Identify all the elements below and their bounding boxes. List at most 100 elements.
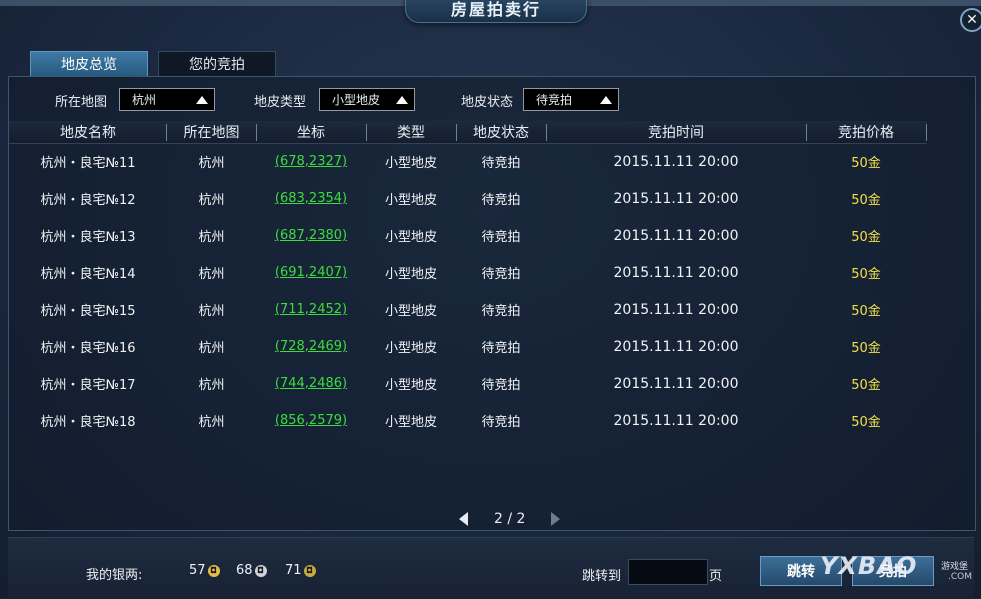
filter-bar: 所在地图 杭州 地皮类型 小型地皮 地皮状态 待竞拍 (9, 77, 975, 121)
jump-to-label: 跳转到 (582, 569, 622, 584)
dropdown-arrow-icon (396, 95, 408, 104)
type-filter-value: 小型地皮 (332, 93, 381, 107)
price-cell: 50金 (851, 193, 881, 208)
table-row[interactable]: 杭州・良宅№17 杭州 (744,2486) 小型地皮 待竞拍 2015.11.… (9, 365, 927, 402)
table-row[interactable]: 杭州・良宅№13 杭州 (687,2380) 小型地皮 待竞拍 2015.11.… (9, 217, 927, 254)
watermark-logo: YXBAO (820, 552, 918, 580)
map-filter-select[interactable]: 杭州 (119, 88, 215, 111)
tab-bar: 地皮总览 您的竞拍 (30, 51, 276, 77)
table-row[interactable]: 杭州・良宅№16 杭州 (728,2469) 小型地皮 待竞拍 2015.11.… (9, 328, 927, 365)
header-land-name[interactable]: 地皮名称 (9, 121, 167, 143)
dropdown-arrow-icon (196, 95, 208, 104)
coord-cell: (711,2452) (256, 291, 366, 328)
status-cell: 待竞拍 (481, 267, 521, 282)
price-cell: 50金 (851, 341, 881, 356)
coord-cell: (856,2579) (256, 402, 366, 439)
pagination: 2 / 2 (459, 509, 561, 529)
type-cell: 小型地皮 (384, 415, 437, 430)
table-row[interactable]: 杭州・良宅№14 杭州 (691,2407) 小型地皮 待竞拍 2015.11.… (9, 254, 927, 291)
header-coord[interactable]: 坐标 (256, 121, 366, 143)
coord-cell: (683,2354) (256, 180, 366, 217)
type-cell: 小型地皮 (384, 193, 437, 208)
coord-link[interactable]: (683,2354) (275, 191, 347, 206)
type-cell: 小型地皮 (384, 230, 437, 245)
coord-link[interactable]: (744,2486) (275, 376, 347, 391)
status-filter-label: 地皮状态 (461, 95, 514, 110)
map-cell: 杭州 (198, 378, 225, 393)
header-type[interactable]: 类型 (366, 121, 456, 143)
table-row[interactable]: 杭州・良宅№12 杭州 (683,2354) 小型地皮 待竞拍 2015.11.… (9, 180, 927, 217)
header-divider (926, 124, 927, 141)
price-cell: 50金 (851, 230, 881, 245)
coord-cell: (678,2327) (256, 143, 366, 180)
coord-cell: (687,2380) (256, 217, 366, 254)
land-name-cell: 杭州・良宅№11 (40, 156, 136, 171)
map-cell: 杭州 (198, 304, 225, 319)
land-list-panel: 所在地图 杭州 地皮类型 小型地皮 地皮状态 待竞拍 地皮名称 所在地图 坐标 (8, 76, 976, 531)
price-cell: 50金 (851, 378, 881, 393)
status-cell: 待竞拍 (481, 341, 521, 356)
header-status[interactable]: 地皮状态 (456, 121, 546, 143)
gold-amount: 57 ◘ (189, 563, 220, 578)
page-unit-label: 页 (709, 569, 723, 584)
land-name-cell: 杭州・良宅№18 (40, 415, 136, 430)
silver-coin-icon: ◘ (254, 564, 267, 577)
status-cell: 待竞拍 (481, 230, 521, 245)
coord-cell: (691,2407) (256, 254, 366, 291)
copper-value: 71 (285, 563, 302, 578)
type-cell: 小型地皮 (384, 304, 437, 319)
window-top-frame-left (0, 0, 405, 6)
time-cell: 2015.11.11 20:00 (613, 264, 739, 281)
coord-cell: (744,2486) (256, 365, 366, 402)
silver-amount: 68 ◘ (236, 563, 267, 578)
coord-link[interactable]: (691,2407) (275, 265, 347, 280)
status-filter-select[interactable]: 待竞拍 (523, 88, 619, 111)
window-top-frame-right (585, 0, 981, 6)
time-cell: 2015.11.11 20:00 (613, 153, 739, 170)
time-cell: 2015.11.11 20:00 (613, 301, 739, 318)
coord-link[interactable]: (711,2452) (275, 302, 347, 317)
tab-land-overview[interactable]: 地皮总览 (30, 51, 148, 77)
auction-window: 房屋拍卖行 ✕ 地皮总览 您的竞拍 所在地图 杭州 地皮类型 小型地皮 地皮状态… (0, 0, 981, 599)
prev-page-icon[interactable] (459, 512, 468, 526)
header-time[interactable]: 竞拍时间 (546, 121, 806, 143)
type-cell: 小型地皮 (384, 341, 437, 356)
price-cell: 50金 (851, 415, 881, 430)
silver-value: 68 (236, 563, 253, 578)
table-header: 地皮名称 所在地图 坐标 类型 地皮状态 竞拍时间 竞拍价格 (9, 121, 927, 144)
page-indicator: 2 / 2 (494, 511, 526, 527)
map-filter-label: 所在地图 (55, 95, 108, 110)
header-price[interactable]: 竞拍价格 (806, 121, 926, 143)
coord-link[interactable]: (678,2327) (275, 154, 347, 169)
gold-coin-icon: ◘ (207, 564, 220, 577)
status-cell: 待竞拍 (481, 378, 521, 393)
time-cell: 2015.11.11 20:00 (613, 338, 739, 355)
type-filter-select[interactable]: 小型地皮 (319, 88, 415, 111)
status-cell: 待竞拍 (481, 193, 521, 208)
table-row[interactable]: 杭州・良宅№18 杭州 (856,2579) 小型地皮 待竞拍 2015.11.… (9, 402, 927, 439)
next-page-icon[interactable] (551, 512, 561, 526)
time-cell: 2015.11.11 20:00 (613, 412, 739, 429)
tab-your-bids[interactable]: 您的竞拍 (158, 51, 276, 77)
coord-link[interactable]: (687,2380) (275, 228, 347, 243)
map-cell: 杭州 (198, 341, 225, 356)
watermark-sub: 游戏堡 (941, 562, 969, 572)
page-number-input[interactable] (628, 559, 708, 585)
close-icon[interactable]: ✕ (960, 8, 981, 32)
land-name-cell: 杭州・良宅№14 (40, 267, 136, 282)
time-cell: 2015.11.11 20:00 (613, 227, 739, 244)
map-cell: 杭州 (198, 267, 225, 282)
table-row[interactable]: 杭州・良宅№15 杭州 (711,2452) 小型地皮 待竞拍 2015.11.… (9, 291, 927, 328)
time-cell: 2015.11.11 20:00 (613, 375, 739, 392)
coord-link[interactable]: (728,2469) (275, 339, 347, 354)
status-cell: 待竞拍 (481, 415, 521, 430)
coord-link[interactable]: (856,2579) (275, 413, 347, 428)
land-name-cell: 杭州・良宅№17 (40, 378, 136, 393)
coord-cell: (728,2469) (256, 328, 366, 365)
table-row[interactable]: 杭州・良宅№11 杭州 (678,2327) 小型地皮 待竞拍 2015.11.… (9, 143, 927, 180)
header-map[interactable]: 所在地图 (167, 121, 256, 143)
map-cell: 杭州 (198, 156, 225, 171)
status-cell: 待竞拍 (481, 304, 521, 319)
type-cell: 小型地皮 (384, 156, 437, 171)
price-cell: 50金 (851, 156, 881, 171)
